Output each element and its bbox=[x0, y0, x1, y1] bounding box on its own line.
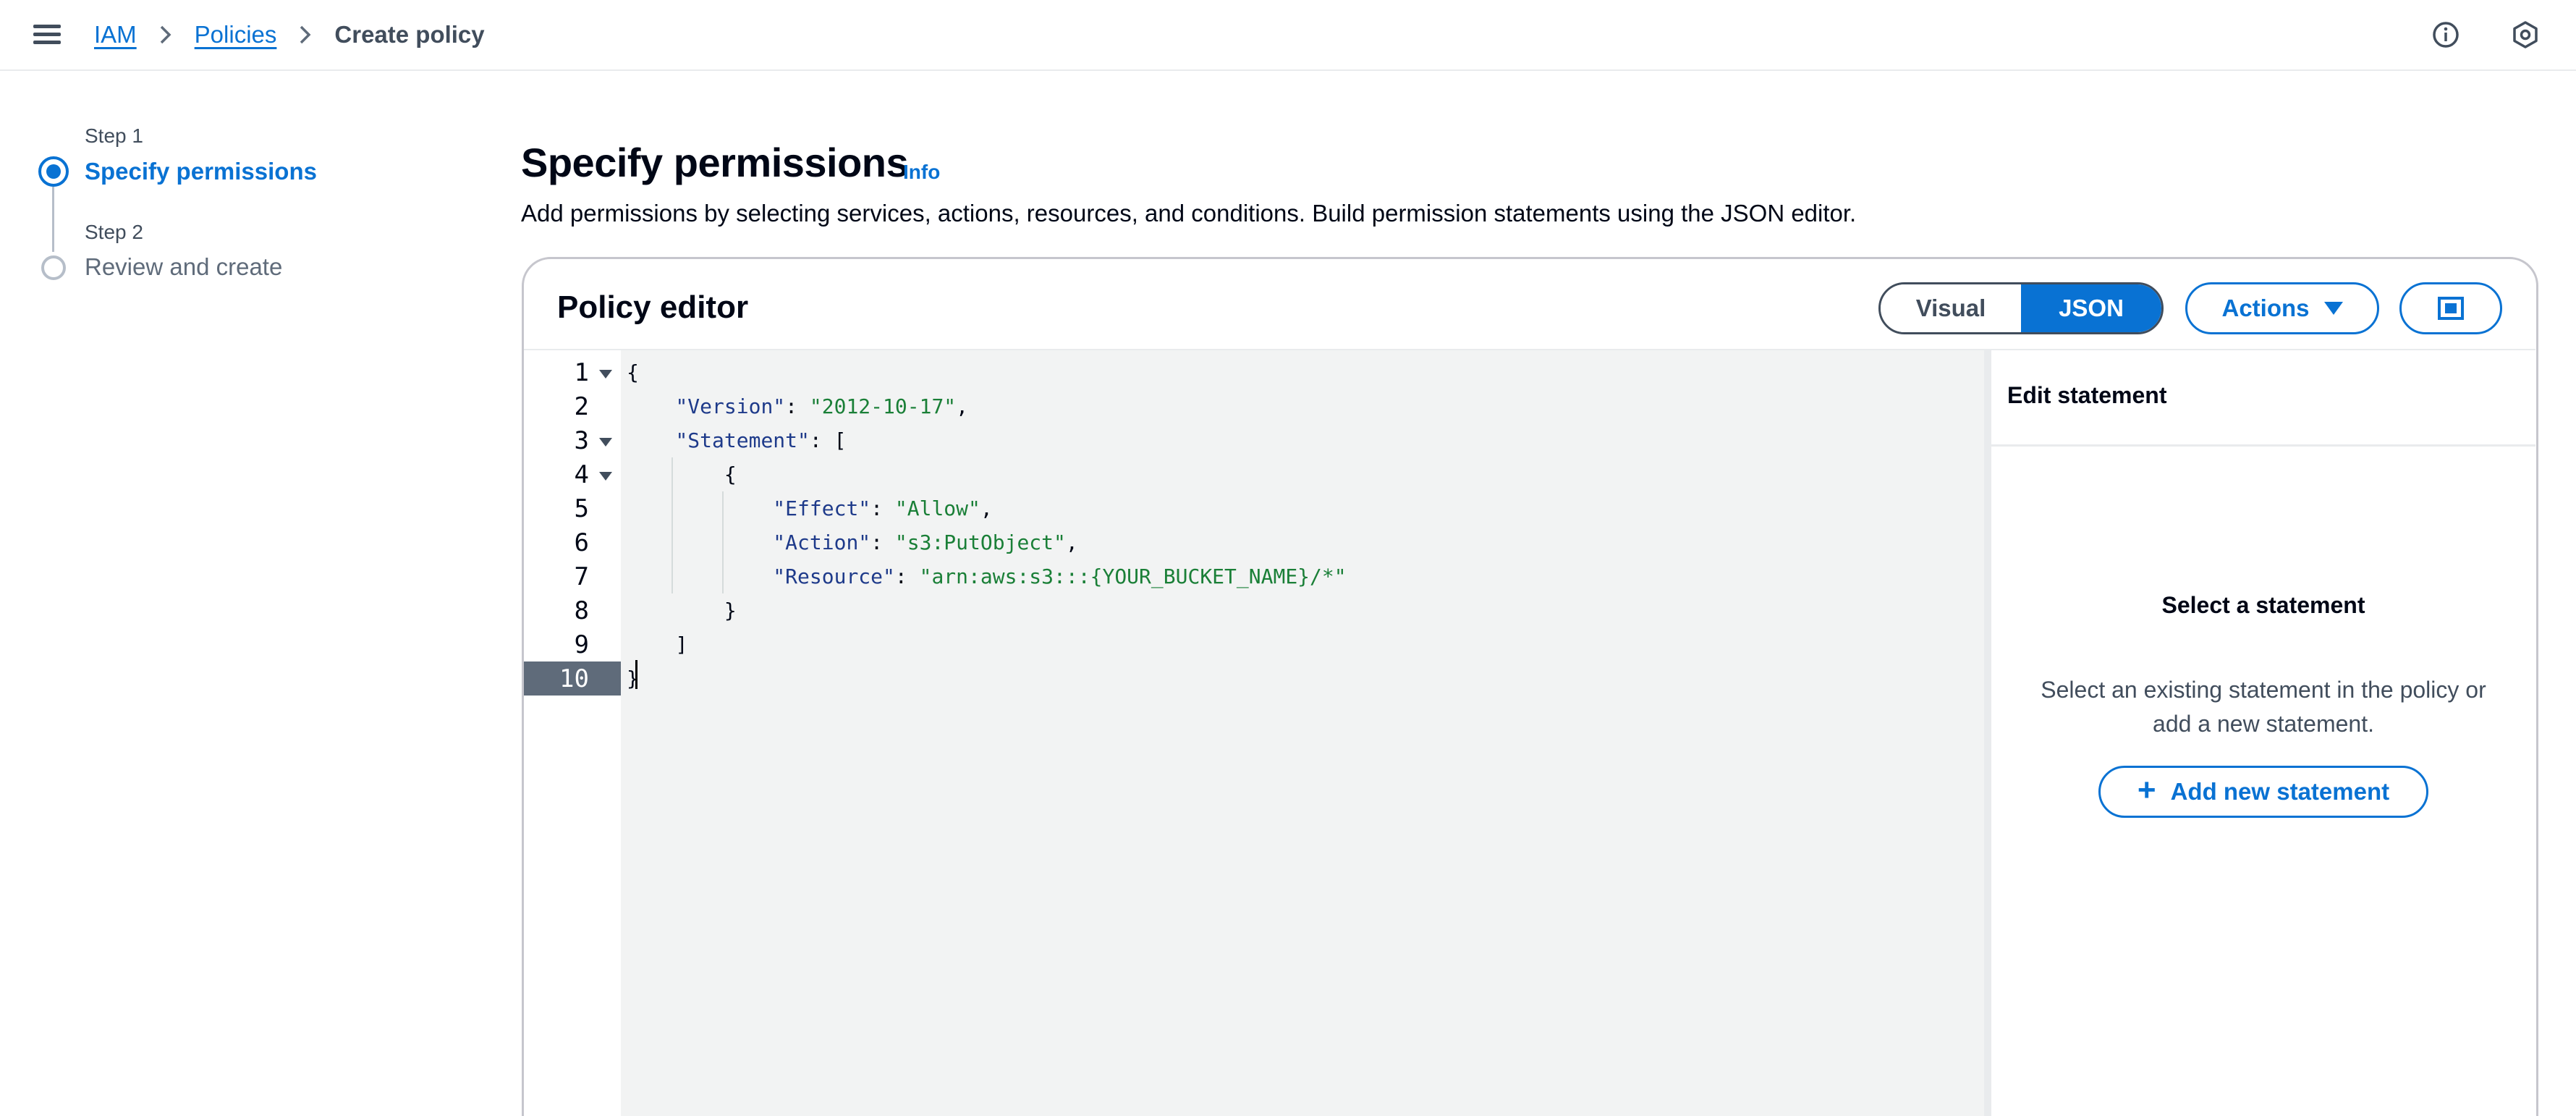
actions-dropdown-button[interactable]: Actions bbox=[2185, 282, 2379, 334]
line-number: 8 bbox=[574, 596, 589, 625]
plus-icon: + bbox=[2137, 772, 2156, 808]
chevron-right-icon bbox=[160, 25, 171, 44]
code-line: "Resource": "arn:aws:s3:::{YOUR_BUCKET_N… bbox=[773, 565, 1347, 588]
fold-caret-icon[interactable] bbox=[599, 370, 612, 379]
chevron-right-icon bbox=[300, 25, 311, 44]
fold-caret-icon[interactable] bbox=[599, 438, 612, 447]
step-2-indicator bbox=[41, 255, 66, 280]
breadcrumb: IAM Policies Create policy bbox=[94, 19, 485, 51]
hexagon-settings-icon[interactable] bbox=[2511, 20, 2540, 49]
page-description: Add permissions by selecting services, a… bbox=[521, 200, 1857, 227]
breadcrumb-iam-link[interactable]: IAM bbox=[94, 21, 137, 48]
line-number: 4 bbox=[524, 457, 621, 491]
json-code-editor[interactable]: 1 2 3 4 5 6 7 8 9 10 { "Version": "2012-… bbox=[524, 349, 1984, 1116]
step-1-indicator bbox=[38, 156, 69, 187]
edit-statement-panel: Edit statement Select a statement Select… bbox=[1991, 349, 2535, 1116]
code-text-area[interactable]: { "Version": "2012-10-17", "Statement": … bbox=[621, 350, 1984, 1116]
line-number: 9 bbox=[574, 630, 589, 659]
breadcrumb-policies-link[interactable]: Policies bbox=[195, 21, 277, 48]
add-new-statement-button[interactable]: + Add new statement bbox=[2098, 766, 2428, 818]
step-2-title: Review and create bbox=[85, 253, 283, 280]
code-line: { bbox=[724, 462, 737, 486]
text-cursor bbox=[635, 660, 637, 689]
code-line: ] bbox=[675, 633, 688, 656]
divider bbox=[1991, 444, 2535, 447]
actions-label: Actions bbox=[2221, 295, 2310, 321]
code-line: "Version": "2012-10-17", bbox=[675, 394, 969, 418]
line-number: 3 bbox=[524, 423, 621, 457]
info-link[interactable]: Info bbox=[903, 161, 940, 184]
line-number-current: 10 bbox=[524, 661, 621, 696]
hamburger-menu-icon[interactable] bbox=[33, 23, 61, 46]
line-number: 5 bbox=[574, 494, 589, 523]
line-number-gutter: 1 2 3 4 5 6 7 8 9 10 bbox=[524, 350, 621, 1116]
empty-state-description: Select an existing statement in the poli… bbox=[2041, 677, 2486, 737]
fold-caret-icon[interactable] bbox=[599, 472, 612, 481]
top-navigation-bar: IAM Policies Create policy bbox=[0, 0, 2576, 71]
line-number: 2 bbox=[574, 392, 589, 421]
info-circle-icon[interactable] bbox=[2431, 20, 2460, 49]
code-line: "Statement": [ bbox=[675, 428, 847, 452]
step-2-label: Step 2 bbox=[85, 221, 143, 243]
code-line: "Action": "s3:PutObject", bbox=[773, 530, 1078, 554]
line-number: 1 bbox=[524, 355, 621, 389]
code-line: { bbox=[627, 360, 639, 384]
panel-resize-handle[interactable] bbox=[1984, 349, 1991, 1116]
code-line: "Effect": "Allow", bbox=[773, 496, 993, 520]
json-mode-button[interactable]: JSON bbox=[2021, 284, 2161, 332]
fullscreen-button[interactable] bbox=[2399, 282, 2502, 334]
empty-state-title: Select a statement bbox=[2161, 592, 2365, 618]
step-1-title[interactable]: Specify permissions bbox=[85, 158, 317, 185]
edit-statement-title: Edit statement bbox=[2007, 382, 2167, 408]
page-title: Specify permissions bbox=[521, 140, 909, 185]
line-number: 6 bbox=[574, 528, 589, 557]
editor-mode-toggle: Visual JSON bbox=[1878, 282, 2164, 334]
visual-mode-button[interactable]: Visual bbox=[1881, 284, 2021, 332]
policy-editor-title: Policy editor bbox=[557, 289, 749, 325]
step-1-label: Step 1 bbox=[85, 124, 143, 147]
add-new-statement-label: Add new statement bbox=[2170, 778, 2390, 805]
caret-down-icon bbox=[2323, 302, 2343, 315]
fullscreen-icon bbox=[2438, 297, 2464, 320]
code-line: } bbox=[724, 599, 737, 622]
line-number: 7 bbox=[574, 562, 589, 591]
breadcrumb-current: Create policy bbox=[334, 21, 485, 48]
step-connector bbox=[52, 187, 54, 252]
